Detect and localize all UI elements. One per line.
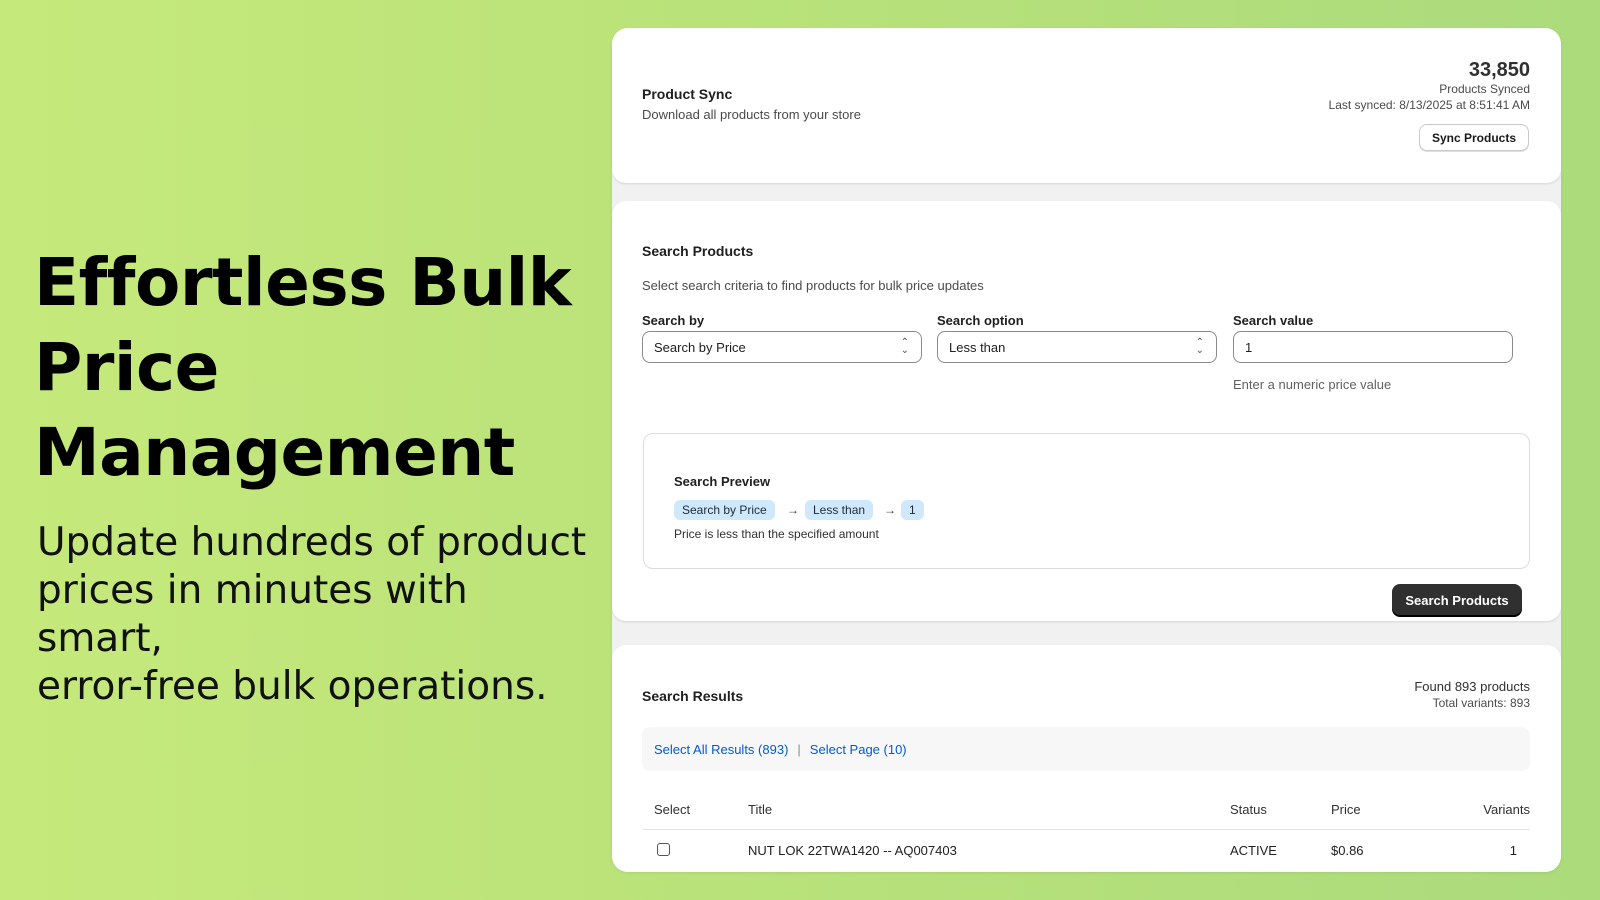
search-value-text: 1 (1245, 339, 1253, 355)
hero-title-line: Management (34, 414, 515, 491)
search-option-label: Search option (937, 313, 1024, 328)
hero-title: Effortless Bulk Price Management (34, 240, 594, 495)
table-divider (642, 829, 1530, 830)
search-results-card: Search Results Found 893 products Total … (612, 645, 1561, 872)
select-all-results-link[interactable]: Select All Results (893) (654, 742, 788, 757)
hero-title-line: Effortless Bulk (34, 244, 572, 321)
search-option-value: Less than (949, 339, 1006, 355)
hero-subtitle-line: prices in minutes with smart, (37, 568, 468, 661)
selection-separator: | (797, 741, 801, 757)
chevron-updown-icon: ⌃ ⌄ (1195, 337, 1204, 356)
results-summary: Found 893 products Total variants: 893 (1414, 678, 1530, 711)
preview-tag-value: 1 (901, 500, 924, 520)
sync-title: Product Sync (642, 86, 733, 102)
search-value-input[interactable]: 1 (1233, 331, 1513, 363)
preview-tag-option: Less than (805, 500, 874, 520)
row-status: ACTIVE (1230, 843, 1277, 858)
column-header-select: Select (654, 802, 691, 817)
total-variants: Total variants: 893 (1432, 696, 1530, 710)
results-title: Search Results (642, 688, 744, 704)
hero-section: Effortless Bulk Price Management Update … (34, 240, 594, 711)
search-title: Search Products (642, 243, 754, 259)
hero-subtitle-line: error-free bulk operations. (37, 664, 548, 709)
search-value-help: Enter a numeric price value (1233, 377, 1392, 392)
search-preview-description: Price is less than the specified amount (674, 527, 879, 541)
search-products-card: Search Products Select search criteria t… (612, 201, 1561, 621)
column-header-title: Title (748, 802, 773, 817)
search-products-button[interactable]: Search Products (1392, 584, 1522, 616)
chevron-updown-icon: ⌃ ⌄ (900, 337, 909, 356)
search-by-value: Search by Price (654, 339, 746, 355)
app-panel: Product Sync Download all products from … (612, 28, 1561, 872)
arrow-right-icon: → (787, 503, 799, 517)
search-option-select[interactable]: Less than ⌃ ⌄ (937, 331, 1217, 363)
row-title: NUT LOK 22TWA1420 -- AQ007403 (748, 843, 957, 858)
sync-description: Download all products from your store (642, 107, 861, 122)
found-count: Found 893 products (1414, 679, 1530, 694)
column-header-price: Price (1331, 802, 1361, 817)
search-by-select[interactable]: Search by Price ⌃ ⌄ (642, 331, 922, 363)
row-variants: 1 (1509, 843, 1517, 858)
search-preview-title: Search Preview (674, 474, 771, 489)
sync-products-button[interactable]: Sync Products (1419, 124, 1529, 151)
search-description: Select search criteria to find products … (642, 278, 984, 293)
sync-stats: 33,850 Products Synced Last synced: 8/13… (1329, 59, 1530, 113)
selection-bar: Select All Results (893) | Select Page (… (642, 727, 1530, 771)
preview-tag-criteria: Search by Price (674, 500, 775, 520)
column-header-status: Status (1230, 802, 1267, 817)
search-by-label: Search by (642, 313, 705, 328)
select-page-link[interactable]: Select Page (10) (810, 742, 907, 757)
hero-title-line: Price (34, 329, 219, 406)
arrow-right-icon: → (884, 503, 896, 517)
search-preview-box: Search Preview Search by Price → Less th… (643, 433, 1530, 569)
row-price: $0.86 (1331, 843, 1364, 858)
hero-subtitle-line: Update hundreds of product (37, 520, 587, 565)
column-header-variants: Variants (1483, 802, 1530, 817)
row-select-checkbox[interactable] (657, 843, 670, 856)
products-synced-count: 33,850 (1468, 59, 1530, 81)
search-value-label: Search value (1233, 313, 1314, 328)
products-synced-label: Products Synced (1439, 82, 1530, 96)
product-sync-card: Product Sync Download all products from … (612, 28, 1561, 183)
last-synced-text: Last synced: 8/13/2025 at 8:51:41 AM (1328, 98, 1530, 112)
hero-subtitle: Update hundreds of product prices in min… (34, 519, 594, 711)
